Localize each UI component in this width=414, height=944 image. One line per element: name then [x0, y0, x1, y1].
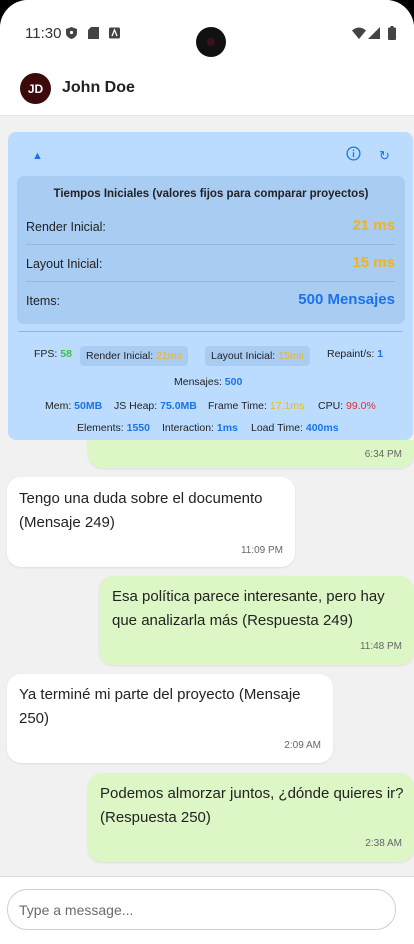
message-bubble-incoming: Ya terminé mi parte del proyecto (Mensaj… [7, 674, 333, 763]
memory-stat: Mem: 50MB [45, 400, 102, 412]
front-camera [196, 27, 226, 57]
phone-screen: 11:30 JD John Doe 6:34 PM Tengo una duda… [0, 0, 414, 944]
stat-label: Layout Inicial: [211, 350, 276, 362]
collapse-icon[interactable]: ▲ [32, 150, 43, 162]
stat-label: Mensajes: [174, 376, 222, 388]
chat-header: JD John Doe [0, 66, 414, 116]
stat-label: CPU: [318, 400, 344, 412]
initial-times-row: Layout Inicial: 15 ms [26, 246, 395, 282]
battery-icon [388, 26, 396, 40]
row-label: Items: [26, 294, 61, 308]
cpu-stat: CPU: 99.0% [318, 400, 376, 412]
message-text: Podemos almorzar juntos, ¿dónde quieres … [100, 785, 404, 826]
status-time: 11:30 [25, 25, 62, 42]
stat-value: 1 [377, 348, 384, 360]
message-bubble-outgoing: 6:34 PM [88, 440, 414, 468]
stat-value: 500 [224, 376, 243, 388]
elements-stat: Elements: 1550 [77, 422, 150, 434]
messages-stat: Mensajes: 500 [174, 376, 242, 388]
stat-label: JS Heap: [114, 400, 158, 412]
stat-label: Interaction: [162, 422, 214, 434]
stat-value: 21ms [156, 350, 182, 362]
sd-card-icon [88, 27, 99, 39]
load-time-stat: Load Time: 400ms [251, 422, 339, 434]
row-value: 21 ms [352, 217, 395, 234]
message-time: 2:09 AM [284, 740, 321, 751]
contact-name[interactable]: John Doe [62, 79, 135, 97]
message-text: Tengo una duda sobre el documento (Mensa… [19, 490, 263, 531]
message-text: Ya terminé mi parte del proyecto (Mensaj… [19, 686, 301, 727]
message-composer [0, 876, 414, 944]
refresh-icon[interactable]: ↻ [379, 148, 390, 164]
stat-label: Load Time: [251, 422, 303, 434]
fps-stat: FPS: 58 [34, 348, 72, 360]
stat-label: Mem: [45, 400, 72, 412]
stat-value: 400ms [305, 422, 339, 434]
message-time: 2:38 AM [365, 838, 402, 849]
message-list[interactable]: 6:34 PM Tengo una duda sobre el document… [0, 440, 414, 877]
stat-value: 99.0% [346, 400, 376, 412]
wifi-icon [352, 27, 366, 39]
row-value: 15 ms [352, 254, 395, 271]
repaint-stat: Repaint/s: 1 [327, 348, 383, 360]
signal-icon [368, 27, 380, 39]
row-label: Layout Inicial: [26, 257, 103, 271]
message-time: 6:34 PM [364, 449, 402, 460]
message-text: Esa política parece interesante, pero ha… [112, 588, 385, 629]
initial-times-title: Tiempos Iniciales (valores fijos para co… [53, 188, 369, 200]
stat-label: Render Inicial: [86, 350, 154, 362]
app-notification-icon [109, 27, 120, 39]
initial-times-table: Tiempos Iniciales (valores fijos para co… [17, 176, 405, 324]
stat-label: Elements: [77, 422, 124, 434]
stat-value: 1ms [216, 422, 238, 434]
info-icon[interactable] [346, 146, 361, 161]
message-bubble-outgoing: Esa política parece interesante, pero ha… [99, 576, 414, 665]
interaction-stat: Interaction: 1ms [162, 422, 238, 434]
row-label: Render Inicial: [26, 220, 106, 234]
performance-panel: ▲ ↻ Tiempos Iniciales (valores fijos par… [8, 132, 413, 440]
stat-value: 15ms [278, 350, 304, 362]
stat-value: 58 [60, 348, 72, 360]
frame-time-stat: Frame Time: 17.1ms [208, 400, 304, 412]
initial-times-row: Render Inicial: 21 ms [26, 209, 395, 245]
stat-value: 75.0MB [160, 400, 197, 412]
stat-value: 1550 [126, 422, 150, 434]
message-bubble-outgoing: Podemos almorzar juntos, ¿dónde quieres … [88, 773, 414, 862]
message-bubble-incoming: Tengo una duda sobre el documento (Mensa… [7, 477, 295, 567]
divider [18, 331, 403, 332]
message-input[interactable] [7, 889, 396, 930]
avatar[interactable]: JD [20, 73, 51, 104]
message-time: 11:09 PM [240, 545, 283, 556]
stat-label: Frame Time: [208, 400, 267, 412]
render-chip: Render Inicial: 21ms [80, 346, 188, 366]
layout-chip: Layout Inicial: 15ms [205, 346, 310, 366]
message-time: 11:48 PM [359, 641, 402, 652]
stat-label: Repaint/s: [327, 348, 375, 360]
stat-value: 50MB [74, 400, 103, 412]
initial-times-row: Items: 500 Mensajes [26, 283, 395, 319]
status-bar: 11:30 [0, 0, 414, 66]
shield-icon [66, 27, 77, 39]
stat-value: 17.1ms [269, 400, 305, 412]
row-value: 500 Mensajes [298, 291, 395, 308]
js-heap-stat: JS Heap: 75.0MB [114, 400, 197, 412]
stat-label: FPS: [34, 348, 58, 360]
